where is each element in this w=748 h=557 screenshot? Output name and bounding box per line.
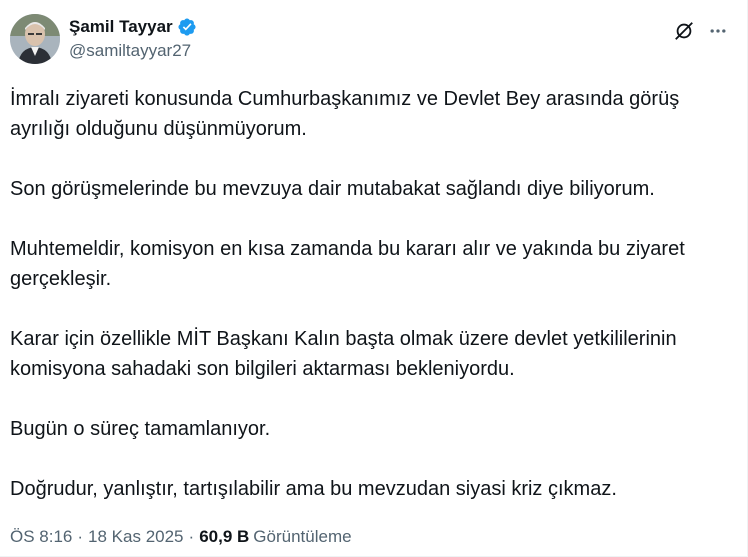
header-actions <box>671 18 731 44</box>
tweet-header: Şamil Tayyar @samiltayyar27 <box>10 14 731 70</box>
tweet-time[interactable]: ÖS 8:16 <box>10 527 72 547</box>
avatar[interactable] <box>10 14 60 64</box>
author-names: Şamil Tayyar @samiltayyar27 <box>69 14 197 61</box>
tweet-paragraph: Muhtemeldir, komisyon en kısa zamanda bu… <box>10 238 685 290</box>
views-count: 60,9 B <box>199 527 250 546</box>
meta-separator: · <box>77 527 84 546</box>
tweet-paragraph: Son görüşmelerinde bu mevzuya dair mutab… <box>10 178 655 200</box>
tweet-paragraph: Bugün o süreç tamamlanıyor. <box>10 418 271 440</box>
tweet-paragraph: Doğrudur, yanlıştır, tartışılabilir ama … <box>10 478 617 500</box>
more-horizontal-icon[interactable] <box>705 18 731 44</box>
slashed-circle-icon[interactable] <box>671 18 697 44</box>
verified-badge-icon[interactable] <box>177 17 197 37</box>
author-display-name[interactable]: Şamil Tayyar <box>69 17 173 37</box>
meta-separator: · <box>188 527 195 546</box>
tweet-text: İmralı ziyareti konusunda Cumhurbaşkanım… <box>10 84 730 504</box>
tweet-meta: ÖS 8:16 · 18 Kas 2025 · 60,9 B Görüntüle… <box>10 525 352 549</box>
avatar-image <box>10 14 60 64</box>
tweet-card: Şamil Tayyar @samiltayyar27 İmralı ziyar… <box>0 0 748 557</box>
tweet-paragraph: İmralı ziyareti konusunda Cumhurbaşkanım… <box>10 88 680 140</box>
tweet-paragraph: Karar için özellikle MİT Başkanı Kalın b… <box>10 328 677 380</box>
author-handle[interactable]: @samiltayyar27 <box>69 41 197 61</box>
name-row: Şamil Tayyar <box>69 15 197 39</box>
views-label: Görüntüleme <box>253 527 352 546</box>
tweet-date[interactable]: 18 Kas 2025 <box>88 527 183 547</box>
